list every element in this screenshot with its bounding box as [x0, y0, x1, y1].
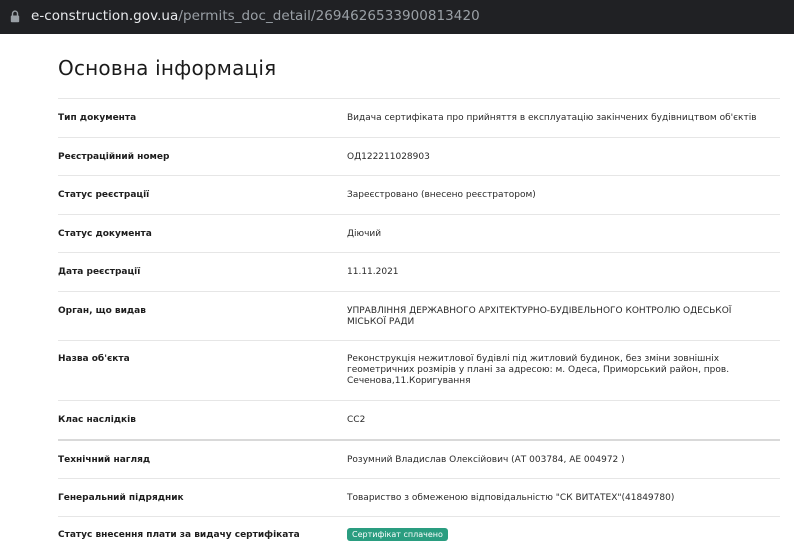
payment-status-badge: Сертифікат сплачено	[347, 528, 448, 541]
label-document-status: Статус документа	[58, 229, 152, 239]
row-object-name: Назва об'єкта Реконструкція нежитлової б…	[58, 340, 780, 400]
value-issuing-authority: УПРАВЛІННЯ ДЕРЖАВНОГО АРХІТЕКТУРНО-БУДІВ…	[347, 306, 732, 327]
row-document-type: Тип документа Видача сертифіката про при…	[58, 98, 780, 137]
value-consequence-class: СС2	[347, 415, 366, 425]
row-registration-number: Реєстраційний номер ОД122211028903	[58, 137, 780, 175]
row-issuing-authority: Орган, що видав УПРАВЛІННЯ ДЕРЖАВНОГО АР…	[58, 291, 780, 340]
url-path: /permits_doc_detail/2694626533900813420	[178, 8, 480, 24]
label-object-name: Назва об'єкта	[58, 354, 130, 364]
value-document-status: Діючий	[347, 229, 382, 239]
url-host: e-construction.gov.ua	[31, 8, 179, 24]
browser-address-bar[interactable]: e-construction.gov.ua/permits_doc_detail…	[0, 0, 794, 34]
label-technical-supervision: Технічний нагляд	[58, 455, 151, 465]
label-payment-status: Статус внесення плати за видачу сертифік…	[58, 530, 300, 540]
label-registration-number: Реєстраційний номер	[58, 152, 170, 162]
page-content: Основна інформація Тип документа Видача …	[0, 34, 794, 552]
label-registration-date: Дата реєстрації	[58, 267, 141, 277]
row-consequence-class: Клас наслідків СС2	[58, 400, 780, 439]
page-title: Основна інформація	[58, 56, 277, 80]
value-document-type: Видача сертифіката про прийняття в експл…	[347, 113, 757, 123]
value-registration-date: 11.11.2021	[347, 267, 399, 277]
value-object-name: Реконструкція нежитлової будівлі під жит…	[347, 354, 730, 386]
row-registration-date: Дата реєстрації 11.11.2021	[58, 252, 780, 291]
lock-icon[interactable]	[10, 10, 20, 23]
value-technical-supervision: Розумний Владислав Олексійович (АТ 00378…	[347, 455, 625, 465]
row-registration-status: Статус реєстрації Зареєстровано (внесено…	[58, 175, 780, 214]
info-table: Тип документа Видача сертифіката про при…	[58, 98, 780, 552]
label-document-type: Тип документа	[58, 113, 137, 123]
value-registration-status: Зареєстровано (внесено реєстратором)	[347, 190, 536, 200]
row-technical-supervision: Технічний нагляд Розумний Владислав Олек…	[58, 439, 780, 478]
label-consequence-class: Клас наслідків	[58, 415, 136, 425]
url-text[interactable]: e-construction.gov.ua/permits_doc_detail…	[31, 8, 480, 24]
value-general-contractor: Товариство з обмеженою відповідальністю …	[347, 493, 675, 503]
value-registration-number: ОД122211028903	[347, 152, 430, 162]
row-general-contractor: Генеральний підрядник Товариство з обмеж…	[58, 478, 780, 516]
row-payment-status: Статус внесення плати за видачу сертифік…	[58, 516, 780, 552]
label-registration-status: Статус реєстрації	[58, 190, 150, 200]
label-issuing-authority: Орган, що видав	[58, 306, 146, 316]
value-payment-status: Сертифікат сплачено	[347, 528, 767, 541]
label-general-contractor: Генеральний підрядник	[58, 493, 184, 503]
row-document-status: Статус документа Діючий	[58, 214, 780, 252]
